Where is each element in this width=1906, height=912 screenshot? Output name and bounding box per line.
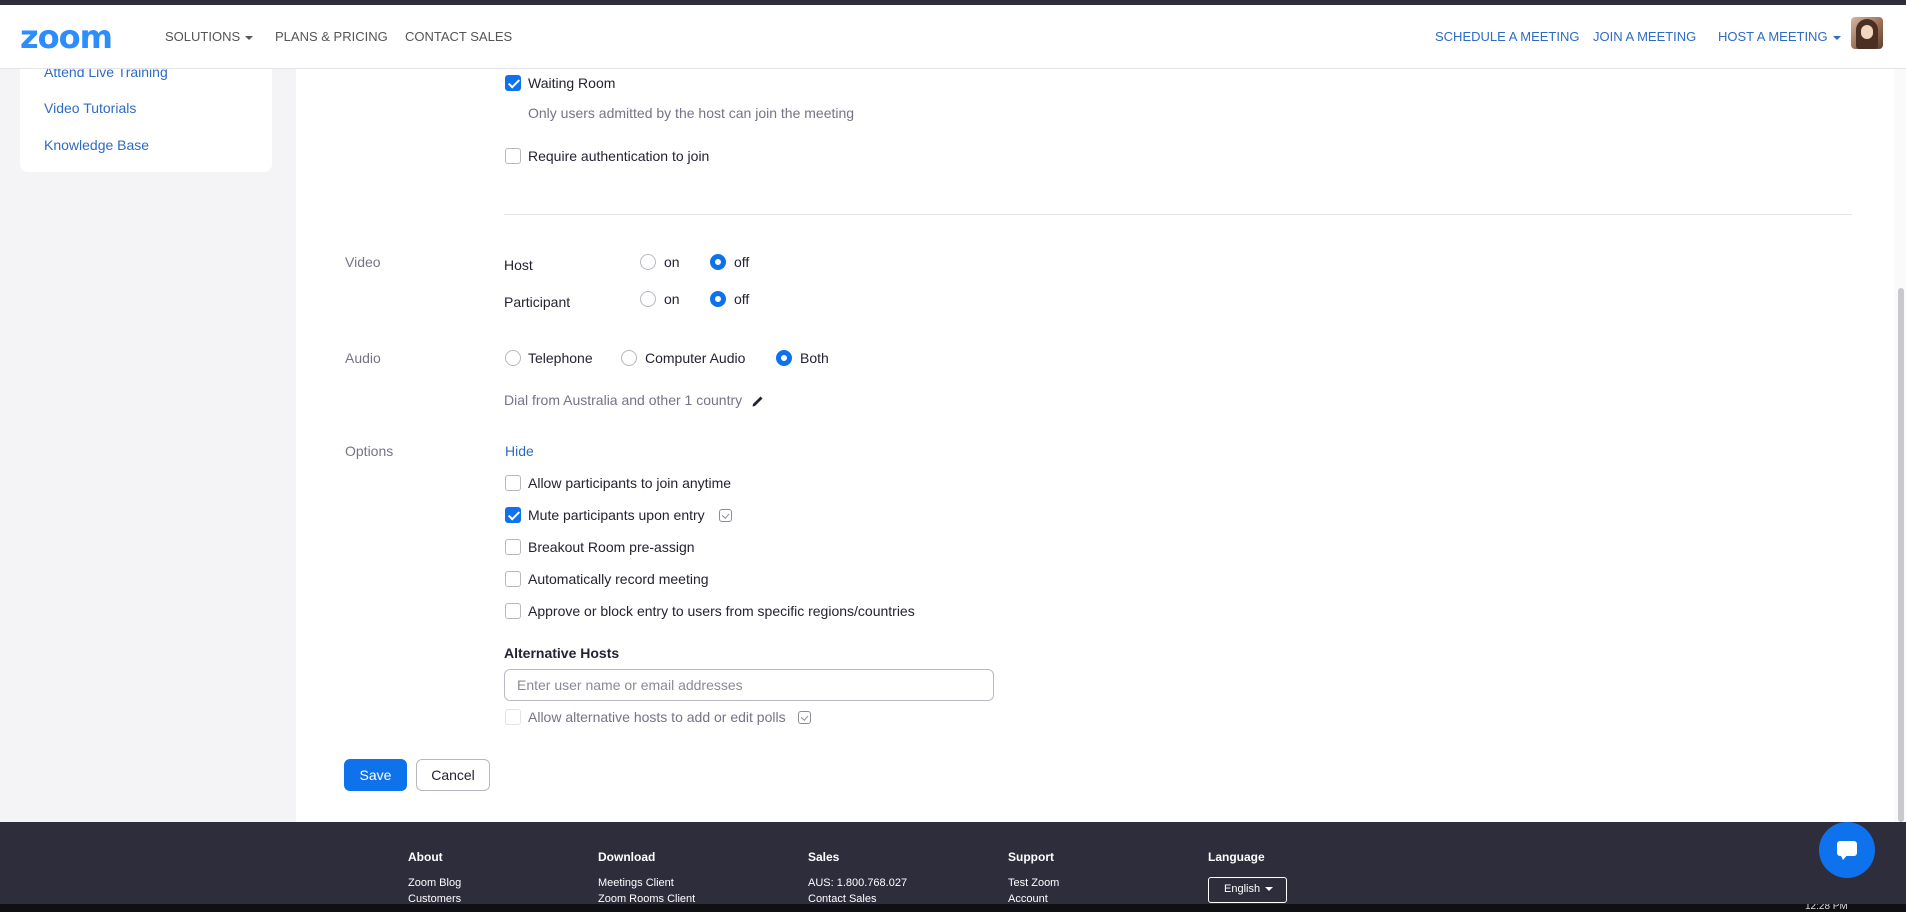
allow-join-anytime-checkbox[interactable] <box>505 475 521 491</box>
video-participant-on-label: on <box>664 291 680 307</box>
breakout-room-checkbox[interactable] <box>505 539 521 555</box>
footer-link-customers[interactable]: Customers <box>408 893 461 904</box>
video-section-label: Video <box>345 254 381 270</box>
require-auth-checkbox[interactable] <box>505 148 521 164</box>
footer-heading-language: Language <box>1208 850 1265 864</box>
video-host-on-radio[interactable] <box>640 254 656 270</box>
cancel-button[interactable]: Cancel <box>416 759 490 791</box>
audio-telephone-label: Telephone <box>528 350 593 366</box>
site-footer: About Zoom Blog Customers Download Meeti… <box>0 822 1906 904</box>
dial-in-countries-text: Dial from Australia and other 1 country <box>504 392 743 408</box>
taskbar-clock: 12:28 PM <box>1805 904 1848 912</box>
waiting-room-label: Waiting Room <box>528 75 616 91</box>
video-host-label: Host <box>504 257 533 273</box>
nav-host-meeting[interactable]: HOST A MEETING <box>1718 29 1841 44</box>
zoom-logo[interactable]: zoom <box>20 20 113 54</box>
video-host-off-label: off <box>734 254 750 270</box>
sidebar-link-knowledge-base[interactable]: Knowledge Base <box>44 137 149 153</box>
nav-plans-pricing[interactable]: PLANS & PRICING <box>275 29 388 44</box>
sidebar-link-video-tutorials[interactable]: Video Tutorials <box>44 100 136 116</box>
nav-join-meeting[interactable]: JOIN A MEETING <box>1593 29 1696 44</box>
audio-both-radio[interactable] <box>776 350 792 366</box>
mute-upon-entry-label: Mute participants upon entry <box>528 507 705 523</box>
footer-heading-download: Download <box>598 850 656 864</box>
allow-join-anytime-label: Allow participants to join anytime <box>528 475 732 491</box>
footer-heading-about: About <box>408 850 443 864</box>
audio-computer-label: Computer Audio <box>645 350 746 366</box>
audio-computer-radio[interactable] <box>621 350 637 366</box>
video-participant-off-label: off <box>734 291 750 307</box>
options-hide-link[interactable]: Hide <box>505 443 534 459</box>
language-select[interactable]: English <box>1208 877 1287 903</box>
audio-telephone-radio[interactable] <box>505 350 521 366</box>
footer-link-account[interactable]: Account <box>1008 893 1048 904</box>
save-button[interactable]: Save <box>344 759 407 791</box>
auto-record-label: Automatically record meeting <box>528 571 709 587</box>
waiting-room-description: Only users admitted by the host can join… <box>528 105 855 121</box>
breakout-room-label: Breakout Room pre-assign <box>528 539 695 555</box>
options-section-label: Options <box>345 443 394 459</box>
video-participant-on-radio[interactable] <box>640 291 656 307</box>
audio-both-label: Both <box>800 350 829 366</box>
page-scrollbar-thumb[interactable] <box>1898 288 1904 822</box>
video-participant-off-radio[interactable] <box>710 291 726 307</box>
auto-record-checkbox[interactable] <box>505 571 521 587</box>
info-icon[interactable] <box>798 711 811 724</box>
require-auth-label: Require authentication to join <box>528 148 710 164</box>
nav-solutions[interactable]: SOLUTIONS <box>165 29 254 44</box>
nav-schedule-meeting[interactable]: SCHEDULE A MEETING <box>1435 29 1579 44</box>
footer-link-zoom-rooms-client[interactable]: Zoom Rooms Client <box>598 893 695 904</box>
top-navigation-bar: zoom SOLUTIONS PLANS & PRICING CONTACT S… <box>0 5 1906 69</box>
footer-link-meetings-client[interactable]: Meetings Client <box>598 877 674 889</box>
footer-link-aus-phone[interactable]: AUS: 1.800.768.027 <box>808 877 907 889</box>
nav-contact-sales[interactable]: CONTACT SALES <box>405 29 512 44</box>
waiting-room-checkbox[interactable] <box>505 75 521 91</box>
alt-hosts-polls-label: Allow alternative hosts to add or edit p… <box>528 709 786 725</box>
os-taskbar: 12:28 PM <box>0 904 1906 912</box>
chat-button[interactable] <box>1819 822 1875 878</box>
alternative-hosts-input[interactable] <box>504 669 994 701</box>
footer-link-contact-sales[interactable]: Contact Sales <box>808 893 876 904</box>
meeting-settings-panel <box>296 50 1906 822</box>
mute-upon-entry-checkbox[interactable] <box>505 507 521 523</box>
edit-pencil-icon[interactable] <box>751 394 765 408</box>
section-divider <box>504 214 1852 215</box>
video-host-on-label: on <box>664 254 680 270</box>
approve-block-regions-checkbox[interactable] <box>505 603 521 619</box>
video-host-off-radio[interactable] <box>710 254 726 270</box>
chevron-down-icon <box>1265 887 1274 892</box>
footer-heading-sales: Sales <box>808 850 840 864</box>
video-participant-label: Participant <box>504 294 571 310</box>
audio-section-label: Audio <box>345 350 381 366</box>
footer-link-test-zoom[interactable]: Test Zoom <box>1008 877 1059 889</box>
chevron-down-icon <box>245 35 254 40</box>
info-icon[interactable] <box>719 509 732 522</box>
alt-hosts-polls-checkbox[interactable] <box>505 709 521 725</box>
alternative-hosts-heading: Alternative Hosts <box>504 645 620 661</box>
chevron-down-icon <box>1832 35 1841 40</box>
footer-heading-support: Support <box>1008 850 1054 864</box>
avatar[interactable] <box>1851 17 1883 49</box>
footer-link-zoom-blog[interactable]: Zoom Blog <box>408 877 461 889</box>
approve-block-regions-label: Approve or block entry to users from spe… <box>528 603 915 619</box>
